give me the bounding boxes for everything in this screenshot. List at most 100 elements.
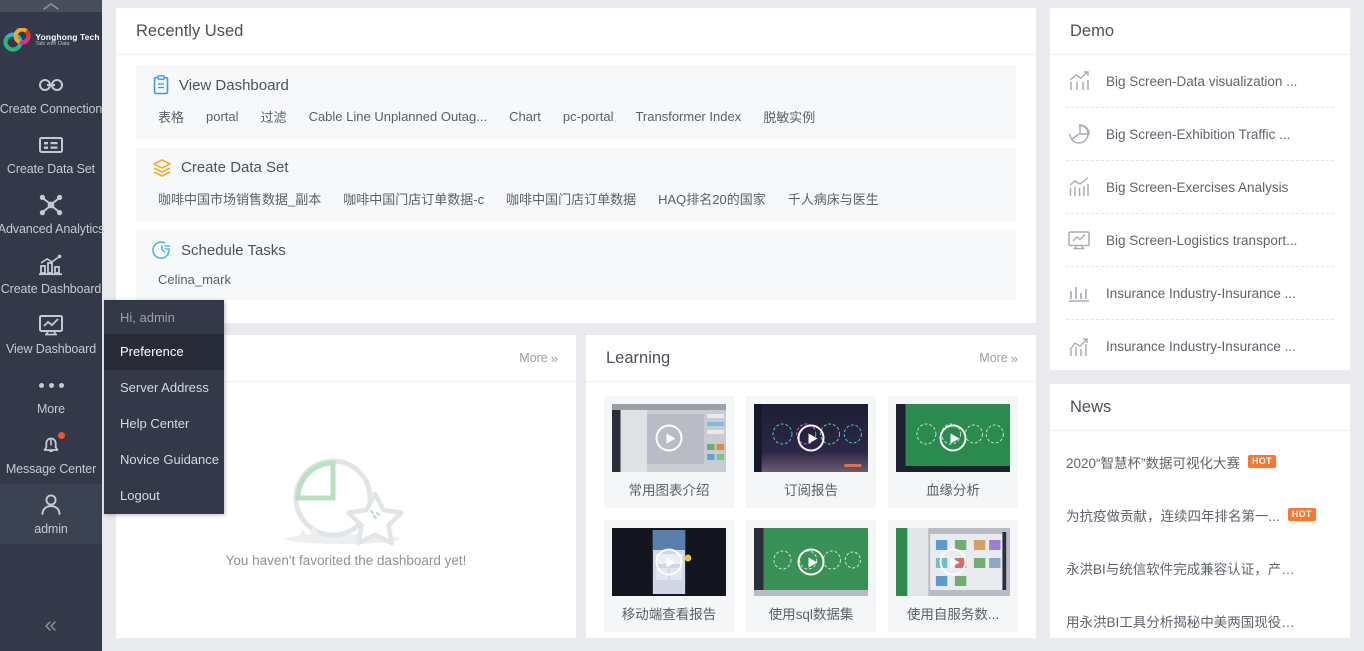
news-title: News — [1070, 397, 1112, 416]
monitor-chart-icon-wrap — [1066, 229, 1092, 251]
recent-item[interactable]: Transformer Index — [635, 109, 759, 124]
histogram-icon — [1069, 287, 1089, 302]
sidebar-item-label: Create Data Set — [6, 162, 96, 176]
recent-item[interactable]: 表格 — [156, 107, 202, 126]
recent-item[interactable]: 咖啡中国市场销售数据_副本 — [156, 189, 339, 208]
play-icon[interactable] — [797, 548, 825, 576]
learning-card[interactable]: 常用图表介绍 — [604, 396, 734, 508]
recent-item[interactable]: portal — [206, 109, 257, 124]
demo-list-item[interactable]: Big Screen-Exhibition Traffic ... — [1066, 108, 1334, 161]
recently-used-header: Recently Used — [116, 8, 1036, 55]
recent-item[interactable]: 千人病床与医生 — [788, 189, 897, 208]
monitor-chart-icon-wrap — [38, 312, 64, 338]
news-list-item[interactable]: 2020“智慧杯”数据可视化大赛 HOT — [1066, 435, 1334, 488]
user-menu-item-server-address[interactable]: Server Address — [104, 370, 224, 406]
sidebar-item-admin[interactable]: admin — [0, 484, 102, 544]
sidebar-item-create-dashboard[interactable]: Create Dashboard — [0, 244, 102, 304]
demo-item-label: Insurance Industry-Insurance ... — [1106, 339, 1296, 354]
news-item-text: 用永洪BI工具分析揭秘中美两国现役武器 — [1066, 614, 1298, 630]
learning-card[interactable]: 订阅报告 — [746, 396, 876, 508]
play-icon[interactable] — [655, 548, 683, 576]
recent-group-items: 咖啡中国市场销售数据_副本 咖啡中国门店订单数据-c 咖啡中国门店订单数据 HAQ排名… — [152, 189, 1000, 208]
recent-item[interactable]: Cable Line Unplanned Outag... — [309, 109, 506, 124]
recent-group-title: Create Data Set — [152, 158, 1000, 177]
double-chevron-right-icon: » — [1010, 350, 1018, 366]
demo-list-item[interactable]: Big Screen-Exercises Analysis — [1066, 161, 1334, 214]
video-thumbnail[interactable] — [896, 528, 1010, 596]
demo-item-label: Big Screen-Data visualization ... — [1106, 73, 1298, 89]
dataset-icon-wrap — [39, 132, 63, 158]
demo-list-item[interactable]: Insurance Industry-Insurance ... — [1066, 320, 1334, 373]
demo-list: Big Screen-Data visualization ... Big Scr… — [1050, 55, 1350, 373]
play-icon[interactable] — [939, 424, 967, 452]
bar-trend-icon-wrap — [1066, 70, 1092, 92]
news-list-item[interactable]: 用永洪BI工具分析揭秘中美两国现役武器 — [1066, 594, 1334, 647]
sidebar-item-message-center[interactable]: Message Center — [0, 424, 102, 484]
pie-chart-icon — [1069, 124, 1090, 144]
recent-item[interactable]: pc-portal — [563, 109, 632, 124]
user-menu-item-logout[interactable]: Logout — [104, 478, 224, 514]
play-icon[interactable] — [797, 424, 825, 452]
news-item-text: 为抗疫做贡献，连续四年排名第一... — [1066, 508, 1280, 524]
learning-card[interactable]: 使用自服务数... — [888, 520, 1018, 632]
recent-item[interactable]: 咖啡中国门店订单数据 — [506, 189, 654, 208]
notification-badge — [58, 432, 65, 439]
sidebar-items: Create Connection Create Data Set Advanced… — [0, 64, 105, 544]
favorites-more-link[interactable]: More» — [519, 350, 558, 366]
dataset-icon — [39, 137, 63, 153]
sidebar-item-advanced-analytics[interactable]: Advanced Analytics — [0, 184, 105, 244]
recent-item[interactable]: HAQ排名20的国家 — [658, 189, 784, 208]
sidebar-item-label: More — [36, 402, 66, 416]
recent-group-items: Celina_mark — [152, 272, 1000, 287]
demo-list-item[interactable]: Big Screen-Logistics transport... — [1066, 214, 1334, 267]
demo-list-item[interactable]: Big Screen-Data visualization ... — [1066, 55, 1334, 108]
video-thumbnail[interactable] — [612, 528, 726, 596]
sidebar-item-label: admin — [34, 522, 68, 536]
double-chevron-right-icon: » — [550, 350, 558, 366]
user-icon — [41, 494, 61, 515]
learning-card-caption: 使用自服务数... — [906, 607, 1000, 622]
sidebar-expand-top-button[interactable] — [0, 0, 102, 12]
recent-item[interactable]: Chart — [509, 109, 559, 124]
play-icon[interactable] — [655, 424, 683, 452]
video-thumbnail[interactable] — [612, 404, 726, 472]
demo-list-item[interactable]: Insurance Industry-Insurance ... — [1066, 267, 1334, 320]
recent-item[interactable]: 过滤 — [261, 107, 305, 126]
learning-card-caption: 常用图表介绍 — [628, 483, 710, 498]
sidebar-item-label: Advanced Analytics — [0, 222, 105, 236]
video-thumbnail[interactable] — [754, 404, 868, 472]
sidebar-item-label: Message Center — [5, 462, 97, 476]
user-menu-item-preference[interactable]: Preference — [104, 334, 224, 370]
user-menu-item-novice-guidance[interactable]: Novice Guidance — [104, 442, 224, 478]
news-list-item[interactable]: 永洪BI与统信软件完成兼容认证，产业... — [1066, 541, 1334, 594]
learning-more-link[interactable]: More» — [979, 350, 1018, 366]
video-thumbnail[interactable] — [754, 528, 868, 596]
sidebar-item-create-data-set[interactable]: Create Data Set — [0, 124, 102, 184]
sidebar-item-view-dashboard[interactable]: View Dashboard — [0, 304, 102, 364]
news-list-item[interactable]: 为抗疫做贡献，连续四年排名第一... HOT — [1066, 488, 1334, 541]
recent-item[interactable]: 咖啡中国门店订单数据-c — [343, 189, 502, 208]
recent-group: Schedule Tasks Celina_mark — [136, 230, 1016, 300]
bar-chart-icon-wrap — [38, 252, 64, 278]
learning-card[interactable]: 使用sql数据集 — [746, 520, 876, 632]
trend-arrow-icon-wrap — [1066, 336, 1092, 358]
learning-card[interactable]: 血缘分析 — [888, 396, 1018, 508]
bell-icon-wrap — [40, 432, 65, 458]
recently-used-body: View Dashboard 表格 portal 过滤 Cable Line Unpla… — [116, 55, 1036, 300]
recent-item[interactable]: 脱敏实例 — [763, 107, 833, 126]
hot-badge: HOT — [1248, 455, 1276, 468]
sidebar-collapse-button[interactable] — [0, 601, 102, 651]
recent-group-items: 表格 portal 过滤 Cable Line Unplanned Outag... C… — [152, 107, 1000, 126]
play-icon[interactable] — [939, 548, 967, 576]
user-menu-item-help-center[interactable]: Help Center — [104, 406, 224, 442]
recent-item[interactable]: Celina_mark — [156, 272, 249, 287]
learning-panel: Learning More» 常用图表介绍 订阅报告 血缘分析 移动端查看报告 使用sq… — [586, 335, 1036, 638]
sidebar-item-create-connection[interactable]: Create Connection — [0, 64, 102, 124]
learning-card[interactable]: 移动端查看报告 — [604, 520, 734, 632]
link-icon-wrap — [38, 72, 64, 98]
recent-group: View Dashboard 表格 portal 过滤 Cable Line Unpla… — [136, 65, 1016, 139]
pie-chart-icon-wrap — [1066, 123, 1092, 145]
sidebar-item-more[interactable]: More — [0, 364, 102, 424]
video-thumbnail[interactable] — [896, 404, 1010, 472]
demo-item-label: Insurance Industry-Insurance ... — [1106, 285, 1296, 301]
